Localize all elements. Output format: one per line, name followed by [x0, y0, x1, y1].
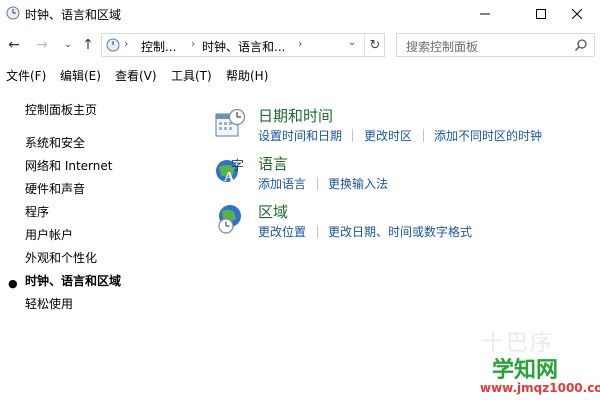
- breadcrumb-separator: ›: [298, 37, 303, 50]
- menu-edit[interactable]: 编辑(E): [60, 67, 101, 84]
- sidebar-item-network[interactable]: 网络和 Internet: [25, 157, 112, 174]
- address-bar[interactable]: › 控制... › 时钟、语言和... › ⌄ ↻: [101, 33, 385, 57]
- breadcrumb-control-panel[interactable]: 控制...: [141, 38, 176, 55]
- minimize-icon: [480, 13, 490, 15]
- navigation-bar: ← → ⌄ ↑ › 控制... › 时钟、语言和... › ⌄ ↻ 搜索控制面板: [0, 32, 600, 58]
- language-icon[interactable]: A 字: [214, 155, 246, 187]
- arrow-left-icon: ←: [8, 37, 20, 53]
- watermark-logo: 学知网: [492, 358, 559, 383]
- search-placeholder: 搜索控制面板: [406, 40, 479, 54]
- menu-bar: 文件(F) 编辑(E) 查看(V) 工具(T) 帮助(H): [0, 64, 600, 84]
- watermark-url: www.jmqz1000.com: [480, 381, 600, 395]
- window-title: 时钟、语言和区域: [25, 8, 122, 22]
- menu-help[interactable]: 帮助(H): [226, 67, 268, 84]
- link-change-time-zone[interactable]: 更改时区: [364, 127, 412, 144]
- sidebar-item-system-security[interactable]: 系统和安全: [25, 134, 85, 151]
- search-icon: [574, 39, 587, 52]
- title-bar: 时钟、语言和区域: [0, 0, 600, 28]
- close-button[interactable]: [554, 0, 600, 28]
- link-divider: [317, 177, 318, 190]
- link-set-time-date[interactable]: 设置时间和日期: [258, 127, 342, 144]
- link-divider: [352, 129, 353, 142]
- breadcrumb-separator: ›: [124, 37, 129, 50]
- recent-locations-button[interactable]: ⌄: [60, 36, 76, 54]
- arrow-right-icon: →: [36, 37, 48, 53]
- address-dropdown-icon[interactable]: ⌄: [348, 37, 356, 48]
- forward-button[interactable]: →: [34, 36, 50, 54]
- category-language-title[interactable]: 语言: [258, 153, 288, 174]
- link-divider: [317, 225, 318, 238]
- sidebar-item-hardware-sound[interactable]: 硬件和声音: [25, 180, 85, 197]
- search-input[interactable]: 搜索控制面板: [396, 33, 595, 57]
- sidebar-item-appearance[interactable]: 外观和个性化: [25, 249, 97, 266]
- sidebar-item-user-accounts[interactable]: 用户帐户: [25, 226, 73, 243]
- link-add-clocks[interactable]: 添加不同时区的时钟: [434, 127, 542, 144]
- calendar-clock-icon[interactable]: [214, 108, 246, 140]
- sidebar-home-link[interactable]: 控制面板主页: [25, 101, 97, 118]
- minimize-button[interactable]: [462, 0, 508, 28]
- chevron-down-icon: ⌄: [64, 40, 72, 50]
- link-change-input-method[interactable]: 更换输入法: [328, 175, 388, 192]
- breadcrumb-separator: ›: [191, 37, 196, 50]
- active-indicator-icon: ●: [8, 277, 18, 290]
- menu-tools[interactable]: 工具(T): [171, 67, 212, 84]
- close-icon: [572, 9, 582, 19]
- link-add-language[interactable]: 添加语言: [258, 175, 306, 192]
- menu-file[interactable]: 文件(F): [6, 67, 46, 84]
- sidebar-item-ease-of-access[interactable]: 轻松使用: [25, 295, 73, 312]
- sidebar-item-clock-language-region: 时钟、语言和区域: [25, 274, 122, 288]
- link-divider: [423, 129, 424, 142]
- control-panel-icon: [106, 38, 120, 52]
- category-region-title[interactable]: 区域: [258, 201, 288, 222]
- maximize-icon: [536, 9, 546, 19]
- refresh-button[interactable]: ↻: [364, 34, 385, 56]
- link-change-location[interactable]: 更改位置: [258, 223, 306, 240]
- breadcrumb-clock-language-region[interactable]: 时钟、语言和...: [202, 38, 285, 55]
- menu-view[interactable]: 查看(V): [115, 67, 157, 84]
- back-button[interactable]: ←: [6, 36, 22, 54]
- arrow-up-icon: ↑: [82, 37, 94, 53]
- sidebar-item-programs[interactable]: 程序: [25, 203, 49, 220]
- clock-globe-icon: [6, 6, 20, 20]
- svg-text:字: 字: [231, 159, 244, 174]
- refresh-icon: ↻: [369, 37, 381, 53]
- link-change-date-time-number-format[interactable]: 更改日期、时间或数字格式: [328, 223, 472, 240]
- globe-clock-icon[interactable]: [214, 203, 246, 235]
- up-button[interactable]: ↑: [80, 36, 96, 54]
- category-date-time-title[interactable]: 日期和时间: [258, 105, 333, 126]
